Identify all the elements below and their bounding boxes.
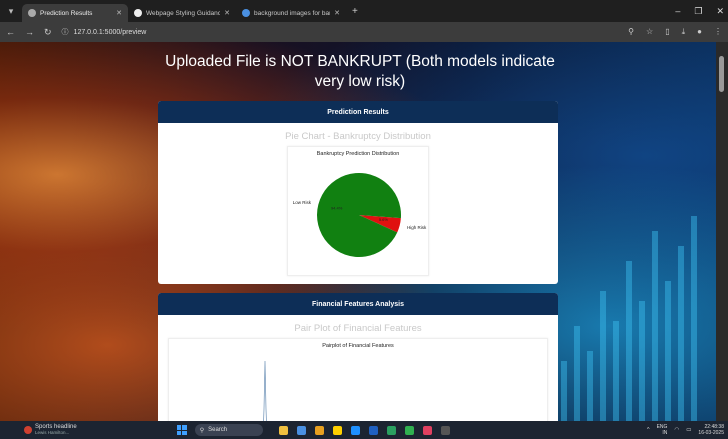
- battery-icon[interactable]: ▭: [686, 427, 691, 433]
- close-window-icon[interactable]: ✕: [716, 6, 724, 17]
- vscode-icon[interactable]: [368, 425, 378, 435]
- tab-title: Prediction Results: [40, 9, 93, 17]
- wifi-icon[interactable]: ◠: [674, 427, 679, 433]
- restore-icon[interactable]: ❐: [694, 6, 702, 17]
- app-icon[interactable]: [350, 425, 360, 435]
- language-indicator[interactable]: ENG IN: [657, 424, 668, 436]
- prediction-headline: Uploaded File is NOT BANKRUPT (Both mode…: [165, 53, 555, 90]
- pinned-apps: [278, 425, 450, 435]
- chevron-up-icon[interactable]: ^: [647, 427, 650, 433]
- forward-icon[interactable]: →: [25, 27, 34, 37]
- search-icon: ⚲: [199, 427, 205, 434]
- section-title: Pair Plot of Financial Features: [294, 323, 422, 334]
- instagram-icon[interactable]: [422, 425, 432, 435]
- taskbar: Sports headline Lewis Hamilton... ⚲ Sear…: [0, 421, 728, 439]
- browser-toolbar: ← → ↻ ⓘ 127.0.0.1:5000/preview ⚲ ☆ ▯ ⤓ ●…: [0, 22, 728, 42]
- pie-value-label: 5.6%: [379, 217, 389, 222]
- pie-category-label: Low Risk: [293, 200, 312, 205]
- app-icon[interactable]: [332, 425, 342, 435]
- folder-icon[interactable]: [314, 425, 324, 435]
- system-tray: ^ ENG IN ◠ ▭ 22:48:38 16-03-2025: [647, 424, 728, 436]
- tab-webpage-styling[interactable]: Webpage Styling Guidance ✕: [128, 4, 236, 22]
- taskbar-search[interactable]: ⚲ Search: [194, 424, 263, 436]
- edge-icon[interactable]: [296, 425, 306, 435]
- address-bar[interactable]: ⓘ 127.0.0.1:5000/preview: [62, 27, 147, 37]
- profile-icon[interactable]: ●: [697, 27, 702, 37]
- pie-chart-figure: Bankruptcy Prediction Distribution 5.6% H…: [287, 146, 429, 276]
- section-title: Pie Chart - Bankruptcy Distribution: [285, 131, 431, 142]
- clock-date: 16-03-2025: [698, 430, 724, 436]
- search-label: Search: [208, 427, 228, 433]
- card-header: Prediction Results: [158, 101, 558, 123]
- region-code: IN: [662, 430, 668, 436]
- bookmark-star-icon[interactable]: ☆: [646, 27, 653, 37]
- back-icon[interactable]: ←: [6, 27, 15, 37]
- tab-search-icon[interactable]: ▾: [0, 0, 22, 22]
- chatgpt-icon: [134, 9, 142, 17]
- pie-value-label: 94.4%: [331, 205, 343, 210]
- background-decoration: [556, 201, 706, 421]
- page-scrollbar[interactable]: [716, 42, 728, 421]
- scroll-thumb[interactable]: [719, 56, 724, 92]
- pie-chart: 5.6% High Risk 94.4% Low Risk: [293, 173, 427, 257]
- tab-background-images[interactable]: background images for bankru ✕: [236, 4, 346, 22]
- pie-slice-low-risk: [317, 173, 401, 257]
- sidebar-icon[interactable]: ▯: [665, 27, 669, 37]
- clock[interactable]: 22:48:38 16-03-2025: [698, 424, 724, 436]
- close-icon[interactable]: ✕: [116, 9, 122, 17]
- tab-strip: ▾ Prediction Results ✕ Webpage Styling G…: [0, 0, 728, 22]
- reload-icon[interactable]: ↻: [44, 27, 52, 38]
- card-header: Financial Features Analysis: [158, 293, 558, 315]
- url-text: 127.0.0.1:5000/preview: [73, 28, 147, 36]
- minimize-icon[interactable]: –: [675, 6, 680, 16]
- globe-icon: [28, 9, 36, 17]
- new-tab-button[interactable]: +: [352, 6, 358, 17]
- windows-start-icon[interactable]: [176, 425, 187, 435]
- density-curve: [263, 360, 267, 421]
- tab-prediction-results[interactable]: Prediction Results ✕: [22, 4, 128, 22]
- page-viewport: Uploaded File is NOT BANKRUPT (Both mode…: [0, 42, 716, 421]
- close-icon[interactable]: ✕: [334, 9, 340, 17]
- pie-category-label: High Risk: [407, 225, 427, 230]
- window-controls: – ❐ ✕: [675, 0, 724, 22]
- news-widget[interactable]: Sports headline Lewis Hamilton...: [0, 424, 77, 436]
- financial-features-card: Financial Features Analysis Pair Plot of…: [158, 293, 558, 421]
- pair-plot: [263, 360, 267, 421]
- prediction-results-card: Prediction Results Pie Chart - Bankruptc…: [158, 101, 558, 284]
- whatsapp-icon[interactable]: [404, 425, 414, 435]
- download-icon[interactable]: ⤓: [682, 27, 686, 37]
- pair-plot-figure: Pairplot of Financial Features: [168, 338, 548, 421]
- news-subtitle: Lewis Hamilton...: [35, 430, 70, 435]
- site-info-icon[interactable]: ⓘ: [62, 27, 69, 37]
- zoom-icon[interactable]: ⚲: [628, 27, 634, 37]
- tab-title: background images for bankru: [254, 9, 330, 17]
- app-icon[interactable]: [386, 425, 396, 435]
- terminal-icon[interactable]: [440, 425, 450, 435]
- close-icon[interactable]: ✕: [224, 9, 230, 17]
- file-explorer-icon[interactable]: [278, 425, 288, 435]
- tab-title: Webpage Styling Guidance: [146, 9, 221, 17]
- menu-icon[interactable]: ⋮: [714, 27, 722, 37]
- google-icon: [242, 9, 250, 17]
- news-icon: [24, 426, 32, 434]
